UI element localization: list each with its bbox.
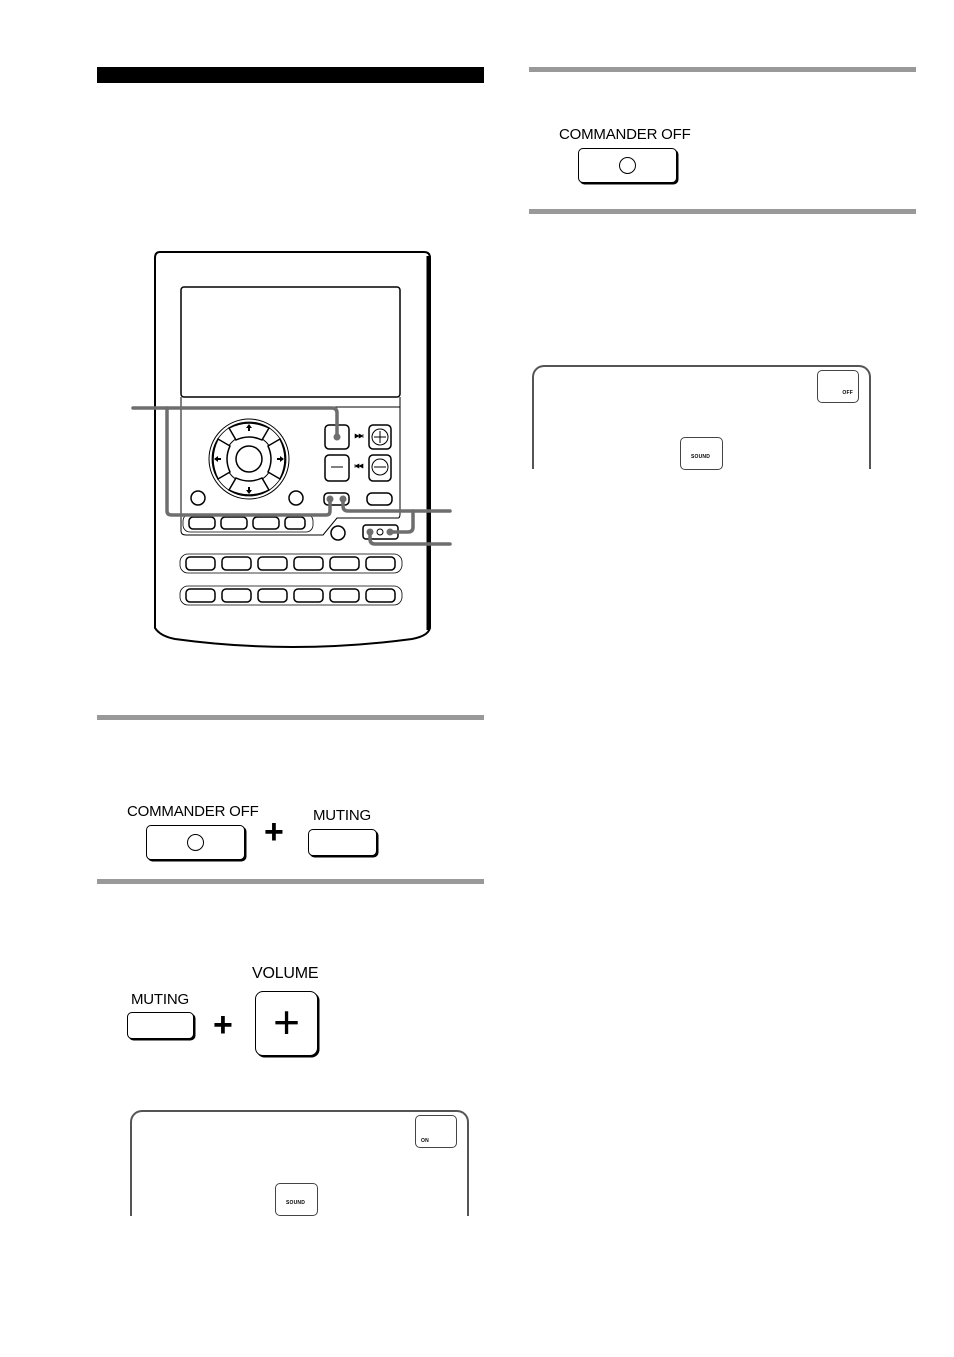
- panel-button: [252, 516, 280, 530]
- commander-off-label: COMMANDER OFF: [127, 803, 259, 820]
- section-rule: [97, 715, 484, 720]
- panel-button: [188, 516, 216, 530]
- section-rule: [529, 209, 916, 214]
- volume-label: VOLUME: [252, 965, 319, 982]
- muting-label: MUTING: [131, 991, 189, 1008]
- plus-sign: +: [213, 1006, 233, 1044]
- light-button: [330, 525, 346, 541]
- off-label: OFF: [842, 390, 853, 396]
- sound-screen-button[interactable]: SOUND: [275, 1183, 318, 1216]
- panel-button: [284, 516, 306, 530]
- muting-label: MUTING: [313, 807, 371, 824]
- plus-icon: +: [273, 996, 300, 1048]
- section-rule: [529, 67, 916, 72]
- muting-button[interactable]: [127, 1012, 194, 1039]
- panel-button: [220, 516, 248, 530]
- commander-off-button[interactable]: [146, 825, 245, 860]
- on-screen-button[interactable]: ON: [415, 1115, 457, 1148]
- rocker-minus: [324, 454, 350, 482]
- volume-plus-button[interactable]: +: [255, 991, 318, 1056]
- oval-button: [366, 492, 393, 506]
- screen-preview-on: ON SOUND: [130, 1110, 469, 1216]
- off-screen-button[interactable]: OFF: [817, 370, 859, 403]
- on-label: ON: [421, 1138, 429, 1144]
- round-button-left: [190, 490, 206, 506]
- muting-button[interactable]: [308, 829, 377, 856]
- plus-sign: +: [264, 813, 284, 851]
- sound-label: SOUND: [286, 1200, 306, 1206]
- commander-off-button[interactable]: [578, 148, 677, 183]
- dpad: [208, 418, 290, 500]
- screen-preview-off: OFF SOUND: [532, 365, 871, 470]
- sound-label: SOUND: [691, 454, 711, 460]
- commander-off-label: COMMANDER OFF: [559, 126, 691, 143]
- section-rule: [97, 879, 484, 884]
- lcd-screen: [180, 286, 401, 398]
- round-button-right: [288, 490, 304, 506]
- circle-icon: [186, 833, 204, 851]
- sound-screen-button[interactable]: SOUND: [680, 437, 723, 470]
- circle-icon: [618, 156, 636, 174]
- remote-control-illustration: [131, 251, 452, 648]
